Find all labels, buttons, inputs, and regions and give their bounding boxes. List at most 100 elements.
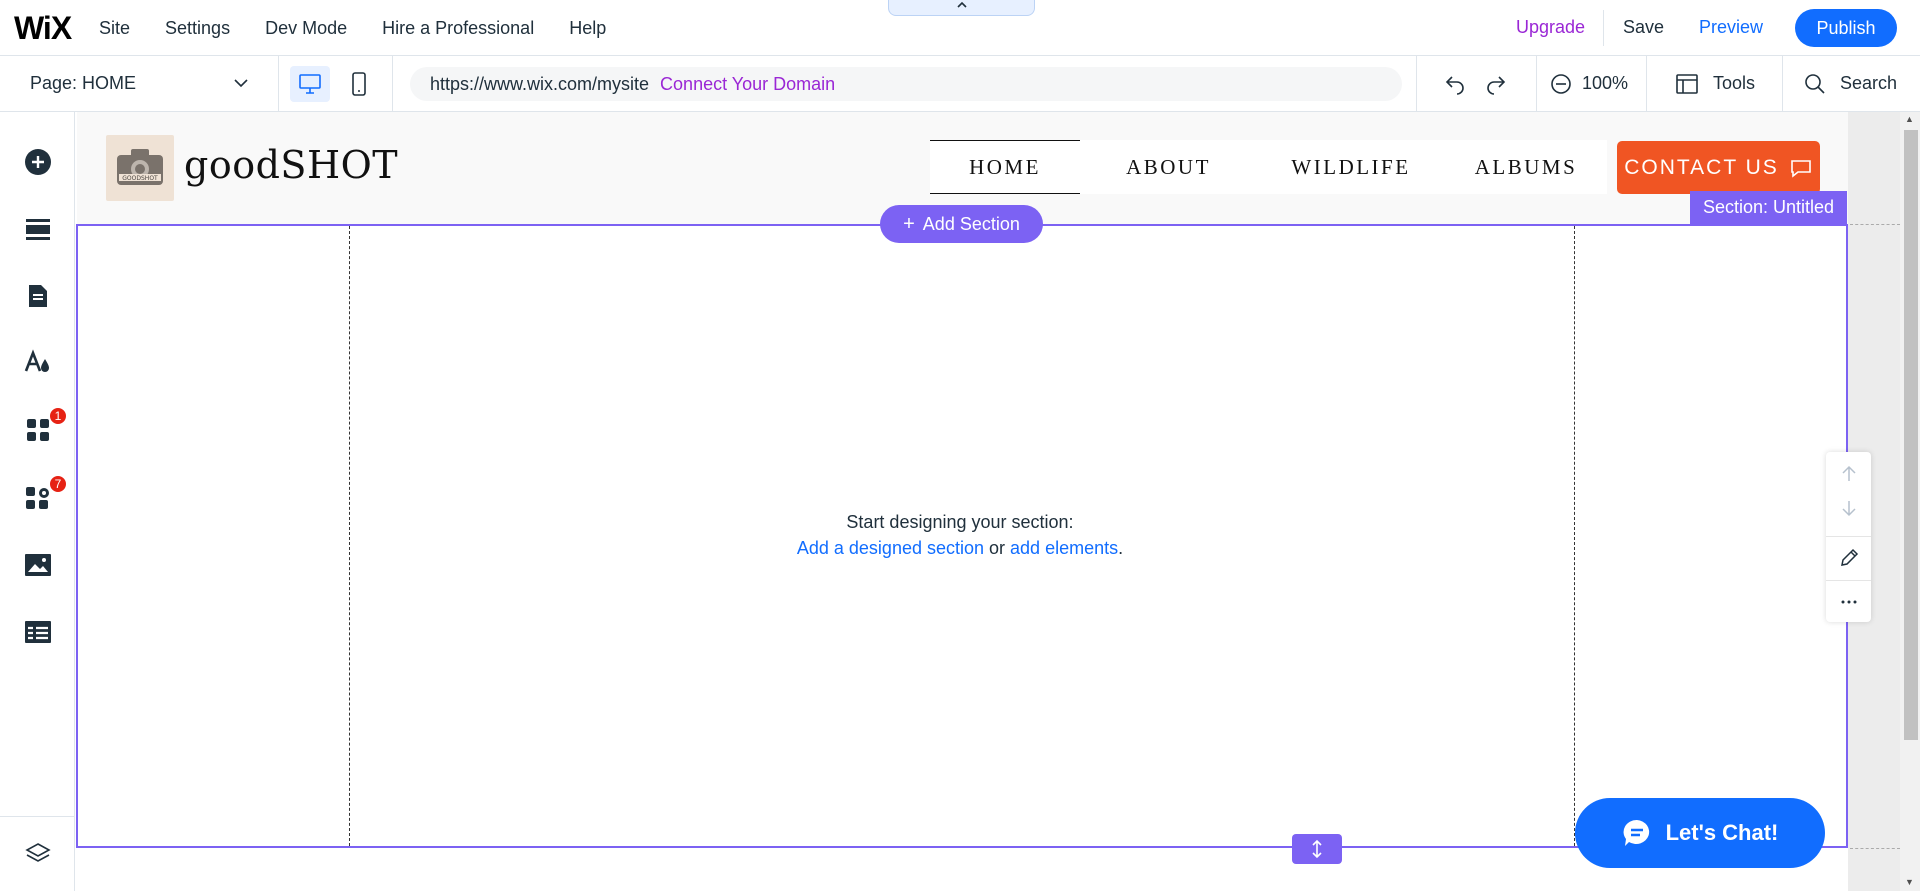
chat-bubble-icon [1790,159,1811,178]
lets-chat-button[interactable]: Let's Chat! [1575,798,1825,868]
sections-button[interactable] [20,211,56,247]
preview-button[interactable]: Preview [1699,17,1763,38]
layers-icon [25,843,51,862]
zoom-out-icon[interactable] [1550,73,1572,95]
site-title[interactable]: goodSHOT [184,143,398,187]
or-text: or [984,538,1011,558]
wix-logo[interactable]: WiX [14,10,72,47]
menu-help[interactable]: Help [569,18,606,39]
add-designed-section-link[interactable]: Add a designed section [797,538,984,558]
menu-settings[interactable]: Settings [165,18,230,39]
section-name-tag[interactable]: Section: Untitled [1690,191,1847,224]
publish-button[interactable]: Publish [1795,9,1897,47]
section-resize-handle[interactable] [1292,834,1342,864]
top-bar: WiX Site Settings Dev Mode Hire a Profes… [0,0,1920,56]
camera-logo-icon: GOODSHOT [117,149,163,185]
cms-button[interactable] [20,614,56,650]
pages-button[interactable] [20,278,56,314]
contact-us-button[interactable]: CONTACT US [1617,141,1820,194]
chevron-down-icon [234,79,248,88]
save-button[interactable]: Save [1623,17,1664,38]
tools-label: Tools [1713,73,1756,93]
connect-domain-link[interactable]: Connect Your Domain [660,74,835,95]
section-side-toolbar [1826,452,1871,622]
site-navigation[interactable]: HOME ABOUT WILDLIFE ALBUMS [930,140,1607,194]
divider [0,816,75,817]
add-icon [25,149,51,175]
search-label: Search [1840,73,1898,93]
nav-about[interactable]: ABOUT [1080,140,1257,194]
mobile-icon [352,72,366,96]
apps-badge: 1 [48,406,68,426]
business-tools-button[interactable]: 7 [20,474,68,516]
page-selector[interactable]: Page: HOME [0,56,279,111]
mobile-view-button[interactable] [339,66,379,102]
divider [1782,56,1783,111]
add-section-button[interactable]: + Add Section [880,205,1043,243]
scroll-down-arrow[interactable]: ▼ [1905,877,1914,887]
top-menu: Site Settings Dev Mode Hire a Profession… [99,0,641,56]
zoom-control[interactable]: 100% [1550,56,1628,111]
search-button[interactable]: Search [1804,56,1897,111]
lets-chat-label: Let's Chat! [1665,820,1779,845]
upgrade-link[interactable]: Upgrade [1516,17,1585,38]
canvas-scrollbar[interactable]: ▲ ▼ [1900,112,1920,891]
site-design-button[interactable] [20,345,56,381]
more-actions-button[interactable] [1826,582,1871,622]
divider [1416,56,1417,111]
empty-section-title: Start designing your section: [846,512,1074,532]
arrow-up-icon [1841,465,1856,481]
menu-hire-professional[interactable]: Hire a Professional [382,18,534,39]
contact-us-label: CONTACT US [1624,155,1779,179]
add-elements-link[interactable]: add elements [1010,538,1118,558]
design-icon [24,349,49,372]
tools-button[interactable]: Tools [1675,56,1755,111]
scroll-up-arrow[interactable]: ▲ [1905,114,1914,124]
edit-section-button[interactable] [1826,538,1871,578]
zoom-level: 100% [1582,73,1629,93]
nav-wildlife[interactable]: WILDLIFE [1257,140,1445,194]
nav-home[interactable]: HOME [930,140,1080,194]
add-section-label: Add Section [922,213,1020,234]
chevron-up-icon [956,1,967,8]
left-rail: 1 7 [0,112,75,891]
divider [392,56,393,111]
business-tools-badge: 7 [48,474,68,494]
more-icon [1841,600,1856,604]
desktop-view-button[interactable] [290,66,330,102]
page-selector-label: Page: HOME [30,73,137,93]
redo-icon[interactable] [1484,72,1508,96]
divider [1646,56,1647,111]
pencil-icon [1840,548,1858,566]
layers-button[interactable] [20,836,56,872]
period-text: . [1118,538,1124,558]
search-icon [1805,73,1825,94]
site-url: https://www.wix.com/mysite [430,73,650,94]
nav-albums[interactable]: ALBUMS [1445,140,1607,194]
divider [1536,56,1537,111]
scrollbar-thumb[interactable] [1904,130,1918,740]
business-tools-icon [26,487,49,509]
apps-button[interactable]: 1 [20,406,68,448]
menu-site[interactable]: Site [99,18,130,39]
section-boundary-guide [1850,848,1900,849]
add-elements-button[interactable] [20,144,56,180]
grid-guide-left [349,226,350,846]
undo-icon[interactable] [1443,72,1467,96]
url-bar[interactable]: https://www.wix.com/mysite Connect Your … [410,67,1402,101]
tools-icon [1676,73,1698,94]
sections-icon [26,219,50,240]
resize-vertical-icon [1312,839,1322,859]
apps-icon [27,419,49,441]
divider [1603,10,1604,46]
desktop-icon [299,74,321,94]
cms-icon [25,621,51,643]
svg-text:GOODSHOT: GOODSHOT [122,175,158,182]
site-logo-image[interactable]: GOODSHOT [106,135,174,201]
menu-dev-mode[interactable]: Dev Mode [265,18,347,39]
move-section-down-button[interactable] [1826,488,1871,528]
collapse-toolbar-handle[interactable] [888,0,1035,16]
selected-section-frame[interactable] [76,224,1848,848]
arrow-down-icon [1841,501,1856,517]
chat-icon [1623,819,1649,846]
